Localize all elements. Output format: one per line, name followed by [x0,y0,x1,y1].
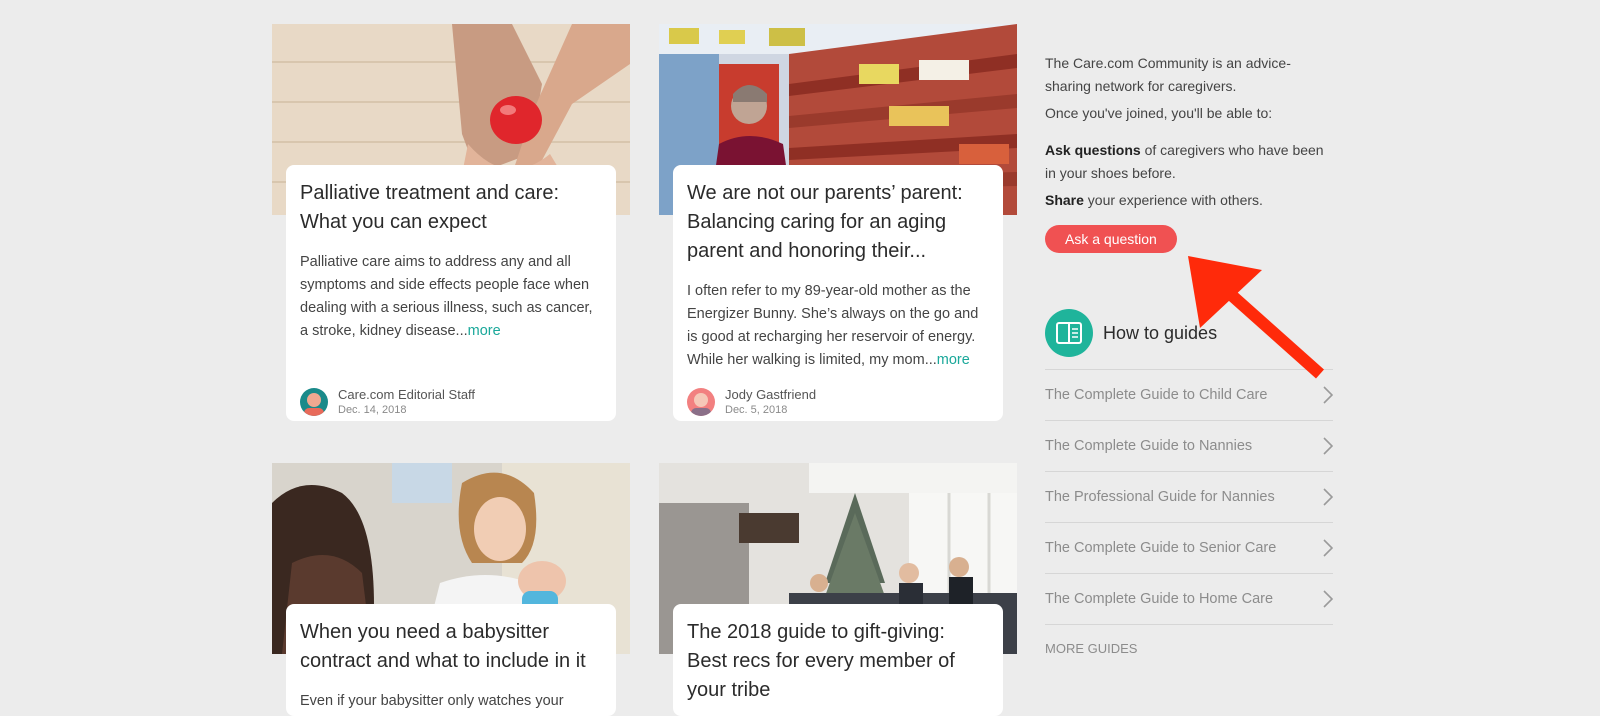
excerpt-text: I often refer to my 89-year-old mother a… [687,283,979,368]
post-date: Dec. 14, 2018 [338,404,407,416]
chevron-right-icon [1323,539,1333,557]
ask-questions-benefit: Ask questions of caregivers who have bee… [1045,139,1333,185]
guide-list: The Complete Guide to Child Care The Com… [1045,369,1333,625]
author-avatar [687,388,715,416]
guide-label: The Professional Guide for Nannies [1045,489,1275,505]
guide-link-professional-nannies[interactable]: The Professional Guide for Nannies [1045,472,1333,523]
article-title[interactable]: We are not our parents’ parent: Balancin… [687,179,989,266]
share-bold: Share [1045,192,1084,208]
guide-link-senior-care[interactable]: The Complete Guide to Senior Care [1045,523,1333,574]
page: Palliative treatment and care: What you … [0,0,1600,716]
open-book-icon [1045,309,1093,357]
author-info: Jody Gastfriend Dec. 5, 2018 [687,387,816,417]
join-benefits-heading: Once you've joined, you'll be able to: [1045,105,1273,121]
community-intro: The Care.com Community is an advice-shar… [1045,55,1291,94]
article-card-body: We are not our parents’ parent: Balancin… [673,165,1003,421]
chevron-right-icon [1323,488,1333,506]
share-text: your experience with others. [1083,192,1263,208]
guide-label: The Complete Guide to Home Care [1045,591,1274,607]
more-link[interactable]: more [937,352,970,368]
article-title[interactable]: Palliative treatment and care: What you … [300,179,602,237]
guide-link-nannies[interactable]: The Complete Guide to Nannies [1045,421,1333,472]
chevron-right-icon [1323,386,1333,404]
article-excerpt: Even if your babysitter only watches you… [300,693,564,709]
article-card-body: Palliative treatment and care: What you … [286,165,616,421]
excerpt-text: Palliative care aims to address any and … [300,254,593,339]
article-excerpt: Palliative care aims to address any and … [300,251,602,343]
more-link[interactable]: more [468,323,501,339]
chevron-right-icon [1323,590,1333,608]
ask-questions-bold: Ask questions [1045,142,1141,158]
ask-a-question-button[interactable]: Ask a question [1045,225,1177,253]
chevron-right-icon [1323,437,1333,455]
article-excerpt: I often refer to my 89-year-old mother a… [687,280,989,372]
more-guides-link[interactable]: MORE GUIDES [1045,641,1333,656]
guide-label: The Complete Guide to Nannies [1045,438,1253,454]
article-title[interactable]: When you need a babysitter contract and … [300,618,602,676]
article-card-body: When you need a babysitter contract and … [286,604,616,716]
article-card-body: The 2018 guide to gift-giving: Best recs… [673,604,1003,716]
guide-label: The Complete Guide to Senior Care [1045,540,1277,556]
annotation-arrow-icon [1188,256,1324,379]
guide-link-home-care[interactable]: The Complete Guide to Home Care [1045,574,1333,625]
article-title[interactable]: The 2018 guide to gift-giving: Best recs… [687,618,989,705]
author-avatar [300,388,328,416]
share-benefit: Share your experience with others. [1045,189,1333,212]
post-date: Dec. 5, 2018 [725,404,788,416]
author-name[interactable]: Care.com Editorial Staff [338,387,475,403]
guide-label: The Complete Guide to Child Care [1045,387,1268,403]
author-name[interactable]: Jody Gastfriend [725,387,816,403]
author-info: Care.com Editorial Staff Dec. 14, 2018 [300,387,475,417]
